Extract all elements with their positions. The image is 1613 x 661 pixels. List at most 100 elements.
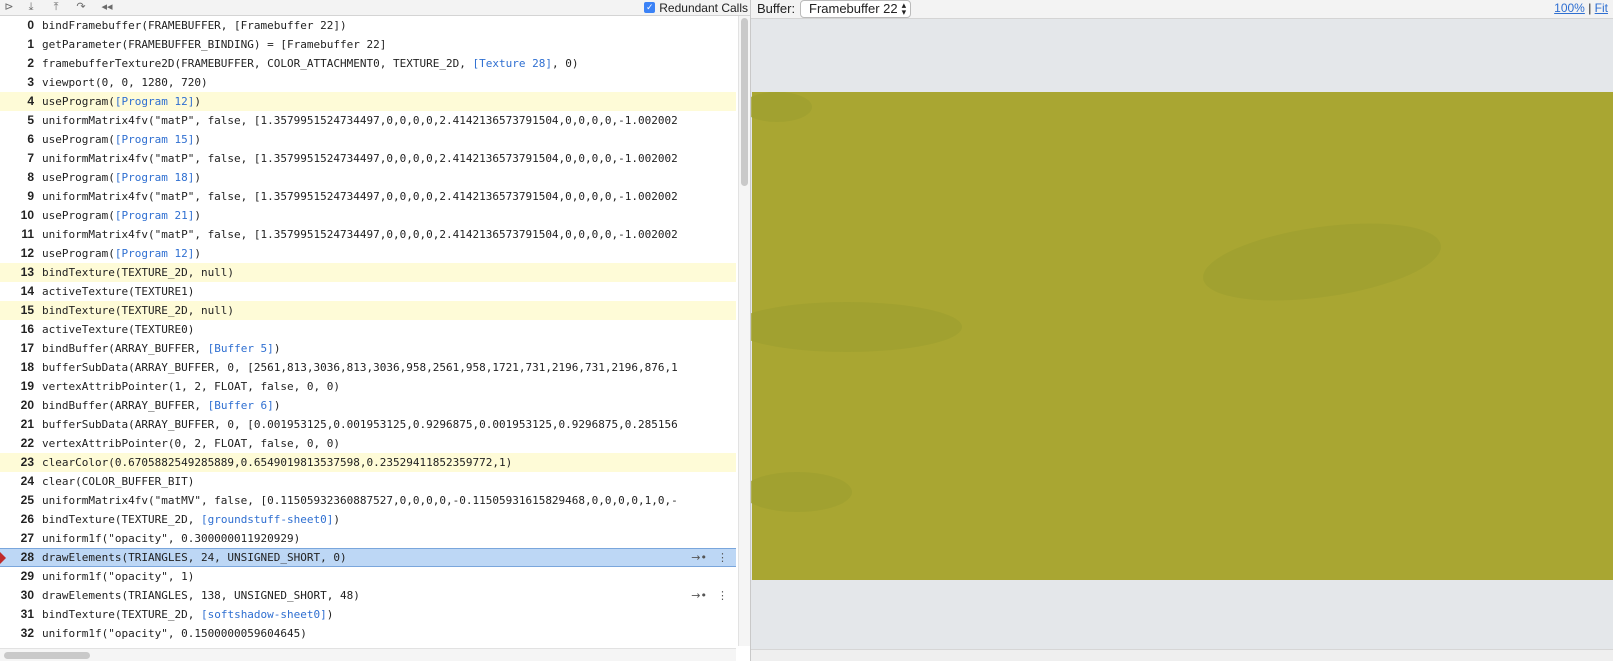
call-row[interactable]: 16 activeTexture(TEXTURE0) bbox=[0, 320, 736, 339]
code-text: useProgram( bbox=[42, 209, 115, 222]
call-row[interactable]: 26 bindTexture(TEXTURE_2D, [groundstuff-s… bbox=[0, 510, 736, 529]
call-row[interactable]: 32 uniform1f("opacity", 0.150000005960464… bbox=[0, 624, 736, 643]
code-text: ) bbox=[194, 133, 201, 146]
call-index: 1 bbox=[27, 37, 34, 51]
call-row[interactable]: 8 useProgram([Program 18]) bbox=[0, 168, 736, 187]
call-code: vertexAttribPointer(1, 2, FLOAT, false, … bbox=[42, 377, 340, 396]
call-row[interactable]: 5 uniformMatrix4fv("matP", false, [1.3579… bbox=[0, 111, 736, 130]
redo-icon[interactable]: ↷ bbox=[74, 0, 88, 14]
call-row[interactable]: 29 uniform1f("opacity", 1) bbox=[0, 567, 736, 586]
call-index: 10 bbox=[20, 208, 34, 222]
object-link[interactable]: [Program 21] bbox=[115, 209, 194, 222]
call-index: 0 bbox=[27, 18, 34, 32]
code-text: framebufferTexture2D(FRAMEBUFFER, COLOR_… bbox=[42, 57, 473, 70]
shadow-blob bbox=[1198, 210, 1446, 314]
call-row[interactable]: 13 bindTexture(TEXTURE_2D, null) bbox=[0, 263, 736, 282]
call-row[interactable]: 11 uniformMatrix4fv("matP", false, [1.357… bbox=[0, 225, 736, 244]
buffer-label: Buffer: bbox=[757, 1, 796, 16]
call-row[interactable]: 24 clear(COLOR_BUFFER_BIT) bbox=[0, 472, 736, 491]
preview-horizontal-scrollbar[interactable] bbox=[751, 649, 1613, 661]
call-code: clearColor(0.6705882549285889,0.65490198… bbox=[42, 453, 512, 472]
horizontal-scrollbar[interactable] bbox=[0, 648, 736, 661]
chevron-updown-icon: ▴ ▾ bbox=[901, 0, 907, 17]
info-icon[interactable]: ⋮ bbox=[717, 551, 728, 564]
call-row[interactable]: 27 uniform1f("opacity", 0.300000011920929… bbox=[0, 529, 736, 548]
call-code: bindTexture(TEXTURE_2D, null) bbox=[42, 263, 234, 282]
call-row[interactable]: 7 uniformMatrix4fv("matP", false, [1.3579… bbox=[0, 149, 736, 168]
code-text: bindTexture(TEXTURE_2D, null) bbox=[42, 266, 235, 279]
code-text: useProgram( bbox=[42, 171, 115, 184]
call-row[interactable]: 9 uniformMatrix4fv("matP", false, [1.3579… bbox=[0, 187, 736, 206]
call-row[interactable]: 21 bufferSubData(ARRAY_BUFFER, 0, [0.0019… bbox=[0, 415, 736, 434]
checkbox-checked-icon[interactable]: ✓ bbox=[644, 2, 656, 13]
goto-draw-icon[interactable]: →• bbox=[691, 551, 707, 564]
call-row[interactable]: 12 useProgram([Program 12]) bbox=[0, 244, 736, 263]
rewind-icon[interactable]: ◂◂ bbox=[100, 0, 114, 14]
call-index: 4 bbox=[27, 94, 34, 108]
call-row[interactable]: 19 vertexAttribPointer(1, 2, FLOAT, false… bbox=[0, 377, 736, 396]
call-row[interactable]: 20 bindBuffer(ARRAY_BUFFER, [Buffer 6]) bbox=[0, 396, 736, 415]
call-code: uniformMatrix4fv("matP", false, [1.35799… bbox=[42, 187, 678, 206]
object-link[interactable]: [Buffer 5] bbox=[208, 342, 274, 355]
code-text: drawElements(TRIANGLES, 138, UNSIGNED_SH… bbox=[42, 589, 360, 602]
call-code: useProgram([Program 18]) bbox=[42, 168, 201, 187]
call-row[interactable]: 14 activeTexture(TEXTURE1) bbox=[0, 282, 736, 301]
call-row[interactable]: 22 vertexAttribPointer(0, 2, FLOAT, false… bbox=[0, 434, 736, 453]
call-row[interactable]: 6 useProgram([Program 15]) bbox=[0, 130, 736, 149]
redundant-calls-label: Redundant Calls bbox=[659, 0, 748, 15]
shadow-blob bbox=[751, 302, 962, 352]
object-link[interactable]: [Program 12] bbox=[115, 95, 194, 108]
step-forward-icon[interactable]: ⊳ bbox=[2, 0, 16, 14]
call-row[interactable]: 2 framebufferTexture2D(FRAMEBUFFER, COLOR… bbox=[0, 54, 736, 73]
code-text: uniformMatrix4fv("matP", false, [1.35799… bbox=[42, 190, 678, 203]
object-link[interactable]: [Texture 28] bbox=[472, 57, 551, 70]
call-index: 20 bbox=[20, 398, 34, 412]
call-index: 19 bbox=[20, 379, 34, 393]
buffer-preview-panel: Buffer: Framebuffer 22 ▴ ▾ 100% | Fit bbox=[750, 0, 1613, 661]
info-icon[interactable]: ⋮ bbox=[717, 589, 728, 602]
call-row[interactable]: 4 useProgram([Program 12]) bbox=[0, 92, 736, 111]
call-code: bindBuffer(ARRAY_BUFFER, [Buffer 6]) bbox=[42, 396, 280, 415]
redundant-calls-toggle[interactable]: ✓ Redundant Calls bbox=[644, 0, 748, 15]
step-into-icon[interactable]: ⤓ bbox=[24, 0, 38, 14]
call-code: vertexAttribPointer(0, 2, FLOAT, false, … bbox=[42, 434, 340, 453]
vertical-scrollbar[interactable] bbox=[738, 16, 750, 646]
scrollbar-thumb[interactable] bbox=[741, 18, 748, 186]
call-code: bufferSubData(ARRAY_BUFFER, 0, [2561,813… bbox=[42, 358, 678, 377]
code-text: viewport(0, 0, 1280, 720) bbox=[42, 76, 208, 89]
code-text: bindTexture(TEXTURE_2D, bbox=[42, 608, 201, 621]
call-row[interactable]: 17 bindBuffer(ARRAY_BUFFER, [Buffer 5]) bbox=[0, 339, 736, 358]
call-index: 18 bbox=[20, 360, 34, 374]
code-text: bindTexture(TEXTURE_2D, null) bbox=[42, 304, 235, 317]
code-text: ) bbox=[333, 513, 341, 526]
call-row[interactable]: 1 getParameter(FRAMEBUFFER_BINDING) = [Fr… bbox=[0, 35, 736, 54]
call-row-selected[interactable]: 28 drawElements(TRIANGLES, 24, UNSIGNED_S… bbox=[0, 548, 736, 567]
object-link[interactable]: [Program 18] bbox=[115, 171, 194, 184]
object-link[interactable]: [Buffer 6] bbox=[208, 399, 274, 412]
call-row[interactable]: 0 bindFramebuffer(FRAMEBUFFER, [Framebuff… bbox=[0, 16, 736, 35]
object-link[interactable]: [groundstuff-sheet0] bbox=[201, 513, 333, 526]
step-out-icon[interactable]: ⤒ bbox=[49, 0, 63, 14]
call-row[interactable]: 30 drawElements(TRIANGLES, 138, UNSIGNED_… bbox=[0, 586, 736, 605]
code-text: bindBuffer(ARRAY_BUFFER, bbox=[42, 342, 208, 355]
trace-toolbar: ⊳ ⤓ ⤒ ↷ ◂◂ ✓ Redundant Calls bbox=[0, 0, 750, 16]
call-code: useProgram([Program 12]) bbox=[42, 244, 201, 263]
call-code: uniformMatrix4fv("matP", false, [1.35799… bbox=[42, 149, 678, 168]
call-index: 9 bbox=[27, 189, 34, 203]
call-row[interactable]: 15 bindTexture(TEXTURE_2D, null) bbox=[0, 301, 736, 320]
call-row[interactable]: 31 bindTexture(TEXTURE_2D, [softshadow-sh… bbox=[0, 605, 736, 624]
call-row[interactable]: 25 uniformMatrix4fv("matMV", false, [0.11… bbox=[0, 491, 736, 510]
call-row[interactable]: 3 viewport(0, 0, 1280, 720) bbox=[0, 73, 736, 92]
scrollbar-thumb[interactable] bbox=[4, 652, 90, 659]
buffer-select[interactable]: Framebuffer 22 ▴ ▾ bbox=[800, 0, 912, 18]
object-link[interactable]: [softshadow-sheet0] bbox=[201, 608, 327, 621]
zoom-100-link[interactable]: 100% bbox=[1554, 1, 1585, 15]
goto-draw-icon[interactable]: →• bbox=[691, 589, 707, 602]
object-link[interactable]: [Program 12] bbox=[115, 247, 194, 260]
zoom-fit-link[interactable]: Fit bbox=[1595, 1, 1608, 15]
call-row[interactable]: 10 useProgram([Program 21]) bbox=[0, 206, 736, 225]
object-link[interactable]: [Program 15] bbox=[115, 133, 194, 146]
code-text: uniform1f("opacity", 0.1500000059604645) bbox=[42, 627, 307, 640]
call-row[interactable]: 23 clearColor(0.6705882549285889,0.654901… bbox=[0, 453, 736, 472]
call-row[interactable]: 18 bufferSubData(ARRAY_BUFFER, 0, [2561,8… bbox=[0, 358, 736, 377]
